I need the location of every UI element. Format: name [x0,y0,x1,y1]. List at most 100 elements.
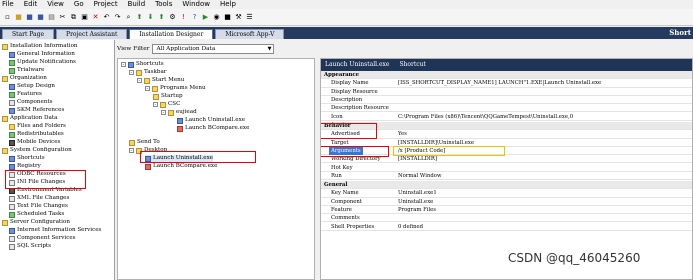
tree-node-start-menu[interactable]: - Start Menu [137,77,184,84]
nav-general-information[interactable]: General Information [9,51,75,58]
build-icon[interactable]: ▤ [47,13,56,22]
redo-icon[interactable]: ↷ [113,13,122,22]
property-row[interactable]: Comments [321,214,692,223]
collapse-icon[interactable]: - [145,86,150,92]
nav-shortcuts[interactable]: Shortcuts [9,155,45,162]
property-row[interactable]: Feature Program Files [321,206,692,215]
property-row[interactable]: Hot Key [321,164,692,172]
menu-file[interactable]: File [2,0,14,9]
property-row[interactable]: Advertised Yes [321,130,692,139]
menu-go[interactable]: Go [74,0,84,9]
tree-node-desktop-launch-bcompare[interactable]: Launch BCompare.exe [145,163,217,170]
copy-icon[interactable]: ⧉ [69,13,78,22]
property-row[interactable]: Key Name Uninstall.exe1 [321,189,692,198]
nav-registry[interactable]: Registry [9,163,41,170]
group-application-data[interactable]: Application Data [2,115,57,122]
nav-scheduled-tasks[interactable]: Scheduled Tasks [9,211,64,218]
group-organization[interactable]: Organization [2,75,47,82]
property-row[interactable]: Icon C:\Program Files (x86)\Tencent\QQGam… [321,113,692,121]
tree-node-launch-bcompare[interactable]: Launch BCompare.exe [177,125,249,132]
save-all-icon[interactable]: ■ [36,13,45,22]
property-row[interactable]: Shell Properties 0 defined [321,223,692,231]
help-icon[interactable]: ? [190,13,199,22]
group-installation-information[interactable]: Installation Information [2,43,78,50]
menu-window[interactable]: Window [182,0,210,9]
collapse-icon[interactable]: - [161,110,166,116]
forward-arrow-icon[interactable]: ⬇ [146,13,155,22]
nav-components[interactable]: Components [9,99,53,106]
tree-node-csc[interactable]: - CSC [153,101,180,108]
nav-ini-file-changes[interactable]: INI File Changes [9,179,65,186]
nav-features[interactable]: Features [9,91,42,98]
tree-node-eujiead[interactable]: - eujiead [161,109,197,116]
nav-odbc-resources[interactable]: ODBC Resources [9,171,66,178]
tab-microsoft-appv[interactable]: Microsoft App-V [215,29,285,39]
up-arrow-icon[interactable]: ⬆ [157,13,166,22]
stop-icon[interactable]: ■ [223,13,232,22]
nav-xml-file-changes[interactable]: XML File Changes [9,195,69,202]
section-general[interactable]: General [321,181,692,190]
paste-icon[interactable]: ▣ [80,13,89,22]
tree-node-desktop[interactable]: - Desktop [129,147,167,154]
tab-start-page[interactable]: Start Page [2,29,55,39]
nav-text-file-changes[interactable]: Text File Changes [9,203,68,210]
collapse-icon[interactable]: - [137,78,142,84]
nav-sql-scripts[interactable]: SQL Scripts [9,243,51,250]
menu-build[interactable]: Build [128,0,146,9]
property-row[interactable]: Run Normal Window [321,172,692,181]
tree-node-send-to[interactable]: Send To [129,139,160,146]
section-appearance[interactable]: Appearance [321,71,692,80]
property-row[interactable]: Display Name [ISS_SHORTCUT_DISPLAY_NAME1]… [321,79,692,88]
property-row[interactable]: Component Uninstall.exe [321,198,692,206]
property-row-arguments[interactable]: Arguments/x [Product Code] [321,146,692,156]
debug-icon[interactable]: ◉ [212,13,221,22]
tools-icon[interactable]: ⚒ [234,13,243,22]
property-row[interactable]: Working Directory [INSTALLDIR] [321,155,692,164]
collapse-icon[interactable]: - [121,62,126,68]
nav-setup-design[interactable]: Setup Design [9,83,55,90]
menu-help[interactable]: Help [220,0,236,9]
menu-tools[interactable]: Tools [155,0,172,9]
group-system-configuration[interactable]: System Configuration [2,147,72,154]
warning-icon[interactable]: ! [179,13,188,22]
tab-project-assistant[interactable]: Project Assistant [56,29,128,39]
nav-component-services[interactable]: Component Services [9,235,76,242]
collapse-icon[interactable]: - [153,102,158,108]
menu-view[interactable]: View [47,0,64,9]
collapse-icon[interactable]: - [129,70,134,76]
run-icon[interactable]: ▶ [201,13,210,22]
collapse-icon[interactable]: - [129,148,134,154]
nav-trialware[interactable]: Trialware [9,67,44,74]
property-row[interactable]: Description [321,96,692,105]
nav-skm-references[interactable]: SKM References [9,107,64,114]
tab-installation-designer[interactable]: Installation Designer [129,29,214,39]
property-row[interactable]: Description Resource [321,104,692,113]
nav-files-and-folders[interactable]: Files and Folders [9,123,66,130]
section-behavior[interactable]: Behavior [321,122,692,131]
nav-redistributables[interactable]: Redistributables [9,131,64,138]
settings-icon[interactable]: ⚙ [168,13,177,22]
tree-node-shortcuts[interactable]: - Shortcuts [121,61,164,68]
view-filter-select[interactable]: All Application Data ▼ [152,44,275,54]
tree-node-desktop-launch-uninstall[interactable]: Launch Uninstall.exe [145,155,214,162]
property-row[interactable]: Display Resource [321,88,692,96]
nav-internet-information-services[interactable]: Internet Information Services [9,227,101,234]
new-file-icon[interactable]: ▫ [3,13,12,22]
cut-icon[interactable]: ✂ [58,13,67,22]
nav-update-notifications[interactable]: Update Notifications [9,59,76,66]
tree-node-programs-menu[interactable]: - Programs Menu [145,85,206,92]
undo-icon[interactable]: ↶ [102,13,111,22]
back-arrow-icon[interactable]: ⬆ [135,13,144,22]
chevron-down-icon[interactable]: ▼ [268,45,272,53]
menu-project[interactable]: Project [94,0,118,9]
nav-environment-variables[interactable]: Environment Variables [9,187,82,194]
group-server-configuration[interactable]: Server Configuration [2,219,70,226]
tree-node-startup[interactable]: Startup [153,93,183,100]
options-icon[interactable]: ☰ [245,13,254,22]
save-icon[interactable]: ■ [25,13,34,22]
menu-edit[interactable]: Edit [24,0,38,9]
tree-node-taskbar[interactable]: - Taskbar [129,69,166,76]
tree-node-launch-uninstall[interactable]: Launch Uninstall.exe [177,117,245,124]
nav-mobile-devices[interactable]: Mobile Devices [9,139,60,146]
find-icon[interactable]: ⌕ [124,13,133,22]
